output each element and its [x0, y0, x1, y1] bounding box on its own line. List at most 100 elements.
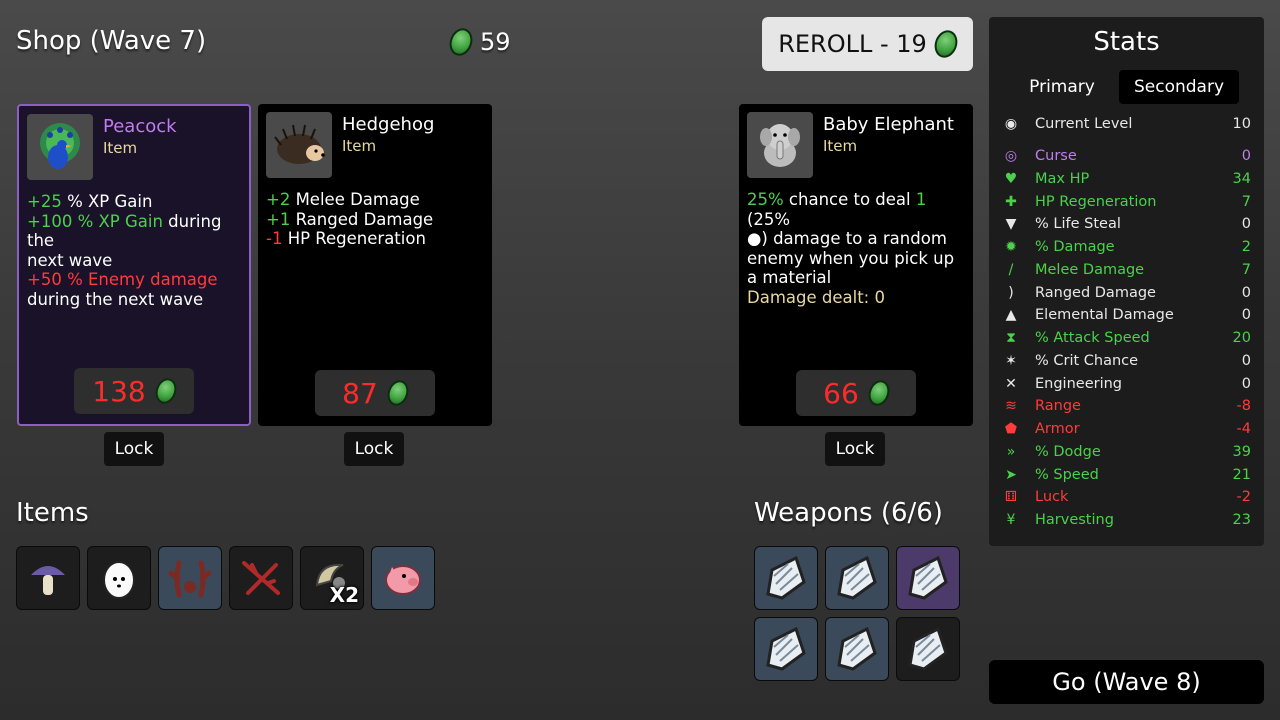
- card-description: 25% chance to deal 1 (25% ●) damage to a …: [747, 190, 965, 307]
- stat-row[interactable]: ✚ HP Regeneration 7: [1001, 191, 1251, 213]
- description-line: +50 % Enemy damage: [27, 270, 241, 290]
- stat-label: Armor: [1035, 421, 1080, 437]
- stat-label: HP Regeneration: [1035, 193, 1157, 210]
- peacock-icon: [27, 114, 93, 180]
- stat-value: 0: [1241, 216, 1251, 233]
- bow-icon: ): [1008, 284, 1014, 301]
- dodge-icon: »: [1006, 443, 1016, 460]
- wrench-icon: ✕: [1005, 375, 1017, 392]
- weapon-slot[interactable]: [896, 546, 960, 610]
- stat-value: -4: [1236, 421, 1251, 437]
- item-slot[interactable]: [158, 546, 222, 610]
- item-count: X2: [329, 583, 359, 607]
- claw-weapon-icon: [908, 555, 948, 600]
- card-name: Peacock: [103, 116, 177, 137]
- description-line: Damage dealt: 0: [747, 288, 965, 308]
- lock-button[interactable]: Lock: [104, 432, 164, 466]
- description-line: enemy when you pick up: [747, 249, 965, 269]
- stat-value: 0: [1241, 307, 1251, 324]
- egg-icon: [103, 561, 135, 599]
- reroll-button[interactable]: REROLL - 19: [762, 17, 973, 71]
- mushroom-icon: [31, 566, 65, 595]
- description-segment: enemy when you pick up: [747, 248, 955, 268]
- claw-weapon-icon: [837, 626, 877, 671]
- stat-value: 21: [1232, 466, 1251, 483]
- stat-row[interactable]: ⧗ % Attack Speed 20: [1001, 327, 1251, 349]
- stat-row[interactable]: ¥ Harvesting 23: [1001, 509, 1251, 531]
- shop-title: Shop (Wave 7): [16, 26, 207, 56]
- stat-row[interactable]: ≋ Range -8: [1001, 395, 1251, 417]
- weapon-slot[interactable]: [825, 617, 889, 681]
- lock-button[interactable]: Lock: [825, 432, 885, 466]
- stat-label: Ranged Damage: [1035, 284, 1156, 301]
- damage-icon: ✹: [1005, 239, 1017, 255]
- description-line: +100 % XP Gain during the: [27, 212, 241, 251]
- buy-price-button[interactable]: 87: [315, 370, 435, 416]
- description-segment: +1: [266, 209, 291, 229]
- stat-row[interactable]: ) Ranged Damage 0: [1001, 282, 1251, 304]
- description-segment: a material: [747, 268, 832, 287]
- stat-row[interactable]: ◎ Curse 0: [1001, 145, 1251, 167]
- shop-card-baby-elephant[interactable]: Baby Elephant Item 25% chance to deal 1 …: [739, 104, 973, 426]
- claw-weapon-icon: [908, 626, 948, 671]
- item-slot[interactable]: [229, 546, 293, 610]
- stat-value: 0: [1241, 375, 1251, 392]
- material-coin-icon: [930, 27, 961, 61]
- buy-price-button[interactable]: 66: [796, 370, 916, 416]
- stat-row[interactable]: ➤ % Speed 21: [1001, 464, 1251, 486]
- speed-icon: ➤: [1005, 466, 1017, 483]
- description-line: -1 HP Regeneration: [266, 229, 484, 249]
- stat-value: 34: [1232, 170, 1251, 187]
- stat-row[interactable]: » % Dodge 39: [1001, 441, 1251, 463]
- money-amount: 59: [480, 28, 511, 56]
- weapon-slot[interactable]: [825, 546, 889, 610]
- shield-icon: ⬟: [1004, 421, 1018, 437]
- stat-value: 0: [1241, 284, 1251, 301]
- buy-price-button[interactable]: 138: [74, 368, 194, 414]
- level-icon: ◉: [1004, 116, 1018, 132]
- stat-label: Engineering: [1035, 375, 1122, 392]
- stat-row[interactable]: / Melee Damage 7: [1001, 259, 1251, 281]
- stat-row[interactable]: ⚅ Luck -2: [1001, 486, 1251, 508]
- items-title: Items: [16, 498, 89, 528]
- stat-value: 39: [1232, 443, 1251, 460]
- stat-row[interactable]: ▲ Elemental Damage 0: [1001, 304, 1251, 326]
- stat-row[interactable]: ✶ % Crit Chance 0: [1001, 350, 1251, 372]
- material-coin-icon: [151, 375, 180, 407]
- price-amount: 138: [92, 374, 146, 408]
- stat-value: 7: [1241, 193, 1251, 210]
- description-line: during the next wave: [27, 290, 241, 310]
- go-next-wave-button[interactable]: Go (Wave 8): [989, 660, 1264, 704]
- description-segment: HP Regeneration: [282, 229, 426, 248]
- lock-button[interactable]: Lock: [344, 432, 404, 466]
- sword-icon: /: [1008, 261, 1014, 278]
- description-line: next wave: [27, 251, 241, 271]
- weapon-slot[interactable]: [754, 546, 818, 610]
- tab-primary[interactable]: Primary: [1013, 70, 1111, 104]
- item-slot[interactable]: [16, 546, 80, 610]
- antlers-icon: [168, 560, 212, 598]
- stat-row[interactable]: ♥ Max HP 34: [1001, 168, 1251, 190]
- description-line: +25 % XP Gain: [27, 192, 241, 212]
- item-slot[interactable]: X2: [300, 546, 364, 610]
- stat-value: 20: [1232, 330, 1251, 346]
- stat-label: % Speed: [1035, 466, 1099, 483]
- shop-card-hedgehog[interactable]: Hedgehog Item +2 Melee Damage +1 Ranged D…: [258, 104, 492, 426]
- piggy-bank-icon: [385, 565, 421, 595]
- weapon-slot[interactable]: [754, 617, 818, 681]
- thorns-icon: [242, 561, 280, 595]
- stat-label: Max HP: [1035, 170, 1090, 187]
- stat-row[interactable]: ◉ Current Level 10: [1001, 113, 1251, 135]
- stat-row[interactable]: ✹ % Damage 2: [1001, 236, 1251, 258]
- description-segment: -1: [266, 229, 283, 248]
- description-line: a material: [747, 268, 965, 288]
- shop-card-peacock[interactable]: Peacock Item +25 % XP Gain +100 % XP Gain…: [17, 104, 251, 426]
- tab-secondary[interactable]: Secondary: [1119, 70, 1239, 104]
- stat-row[interactable]: ⬟ Armor -4: [1001, 418, 1251, 440]
- weapon-slot[interactable]: [896, 617, 960, 681]
- stat-row[interactable]: ▼ % Life Steal 0: [1001, 213, 1251, 235]
- item-slot[interactable]: [87, 546, 151, 610]
- stat-row[interactable]: ✕ Engineering 0: [1001, 373, 1251, 395]
- description-segment: Ranged Damage: [290, 209, 434, 229]
- item-slot[interactable]: [371, 546, 435, 610]
